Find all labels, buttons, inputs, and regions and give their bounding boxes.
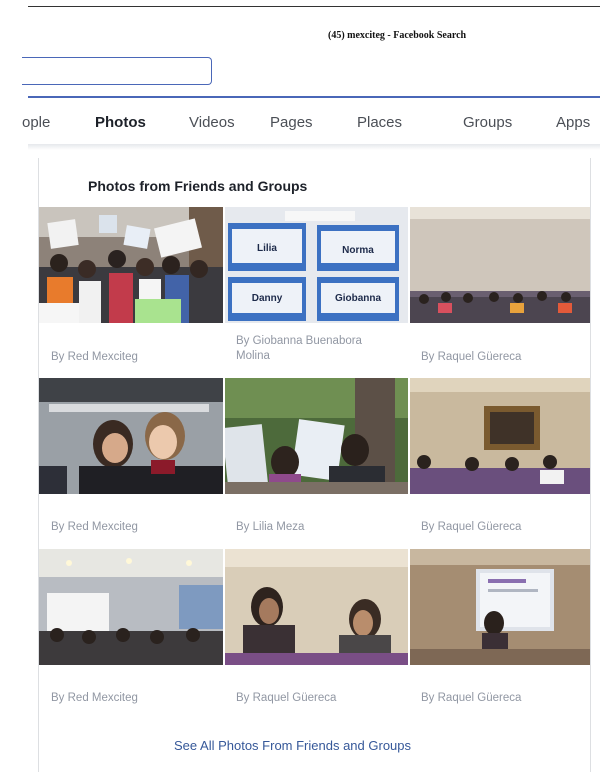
- photo-2[interactable]: Lilia Norma Danny Giobanna: [225, 207, 408, 323]
- photo-7[interactable]: [39, 549, 223, 665]
- photo-6-byline[interactable]: By Raquel Güereca: [421, 520, 521, 535]
- section-title: Photos from Friends and Groups: [88, 178, 308, 194]
- photo-4-byline[interactable]: By Red Mexciteg: [51, 520, 138, 535]
- tab-pages[interactable]: Pages: [270, 114, 313, 131]
- photo-3[interactable]: [410, 207, 590, 323]
- tab-people[interactable]: ople: [22, 114, 50, 131]
- photo-3-byline[interactable]: By Raquel Güereca: [421, 350, 521, 365]
- search-tabs: ople Photos Videos Pages Places Groups A…: [0, 98, 600, 146]
- photo-2-byline[interactable]: By Giobanna Buenabora Molina: [236, 334, 396, 364]
- top-divider: [28, 6, 600, 7]
- photo-6[interactable]: [410, 378, 590, 494]
- photo-5-byline[interactable]: By Lilia Meza: [236, 520, 304, 535]
- photo-8-byline[interactable]: By Raquel Güereca: [236, 691, 336, 706]
- photo-9[interactable]: [410, 549, 590, 665]
- see-all-photos-link[interactable]: See All Photos From Friends and Groups: [174, 738, 411, 753]
- badge-danny: Danny: [252, 293, 283, 304]
- badge-giobanna: Giobanna: [335, 293, 382, 304]
- photo-9-byline[interactable]: By Raquel Güereca: [421, 691, 521, 706]
- badge-norma: Norma: [342, 245, 374, 256]
- photo-5[interactable]: [225, 378, 408, 494]
- photo-1-byline[interactable]: By Red Mexciteg: [51, 350, 138, 365]
- window-title: (45) mexciteg - Facebook Search: [328, 30, 467, 41]
- tab-places[interactable]: Places: [357, 114, 402, 131]
- photo-1[interactable]: [39, 207, 223, 323]
- tab-photos[interactable]: Photos: [95, 114, 146, 131]
- badge-lilia: Lilia: [257, 243, 277, 254]
- tab-videos[interactable]: Videos: [189, 114, 235, 131]
- tab-shadow: [28, 144, 600, 150]
- tab-apps[interactable]: Apps: [556, 114, 590, 131]
- photo-4[interactable]: [39, 378, 223, 494]
- photo-8[interactable]: [225, 549, 408, 665]
- photo-7-byline[interactable]: By Red Mexciteg: [51, 691, 138, 706]
- search-input[interactable]: [22, 57, 212, 85]
- photos-card: Photos from Friends and Groups Lilia Nor…: [38, 158, 591, 772]
- tab-groups[interactable]: Groups: [463, 114, 512, 131]
